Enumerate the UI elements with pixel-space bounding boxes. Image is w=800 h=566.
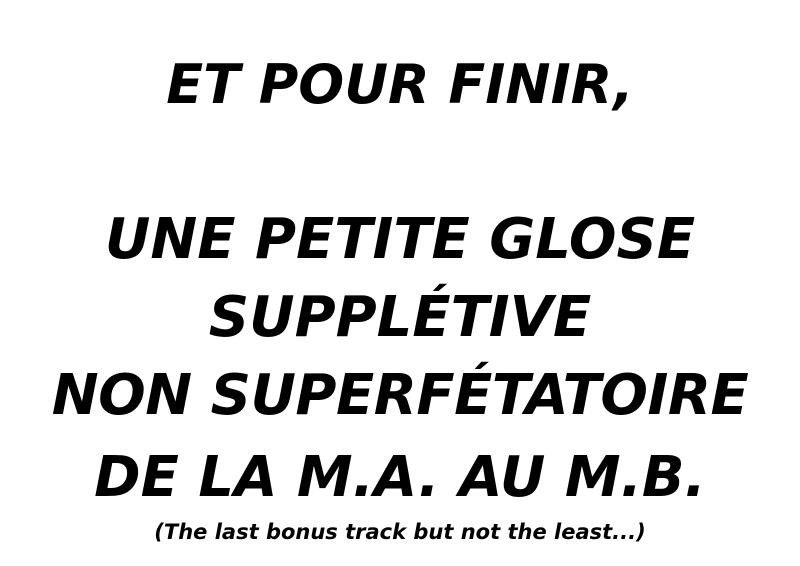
slide-subtitle: (The last bonus track but not the least.…: [154, 520, 646, 544]
title-line-1: UNE PETITE GLOSE: [104, 207, 696, 272]
title-line-4: DE LA M.A. AU M.B.: [94, 445, 706, 510]
title-line-2: SUPPLÉTIVE: [208, 285, 592, 350]
slide-heading: ET POUR FINIR,: [166, 53, 634, 116]
title-line-3: NON SUPERFÉTATOIRE: [51, 363, 749, 428]
slide: ET POUR FINIR, UNE PETITE GLOSE SUPPLÉTI…: [0, 0, 800, 566]
